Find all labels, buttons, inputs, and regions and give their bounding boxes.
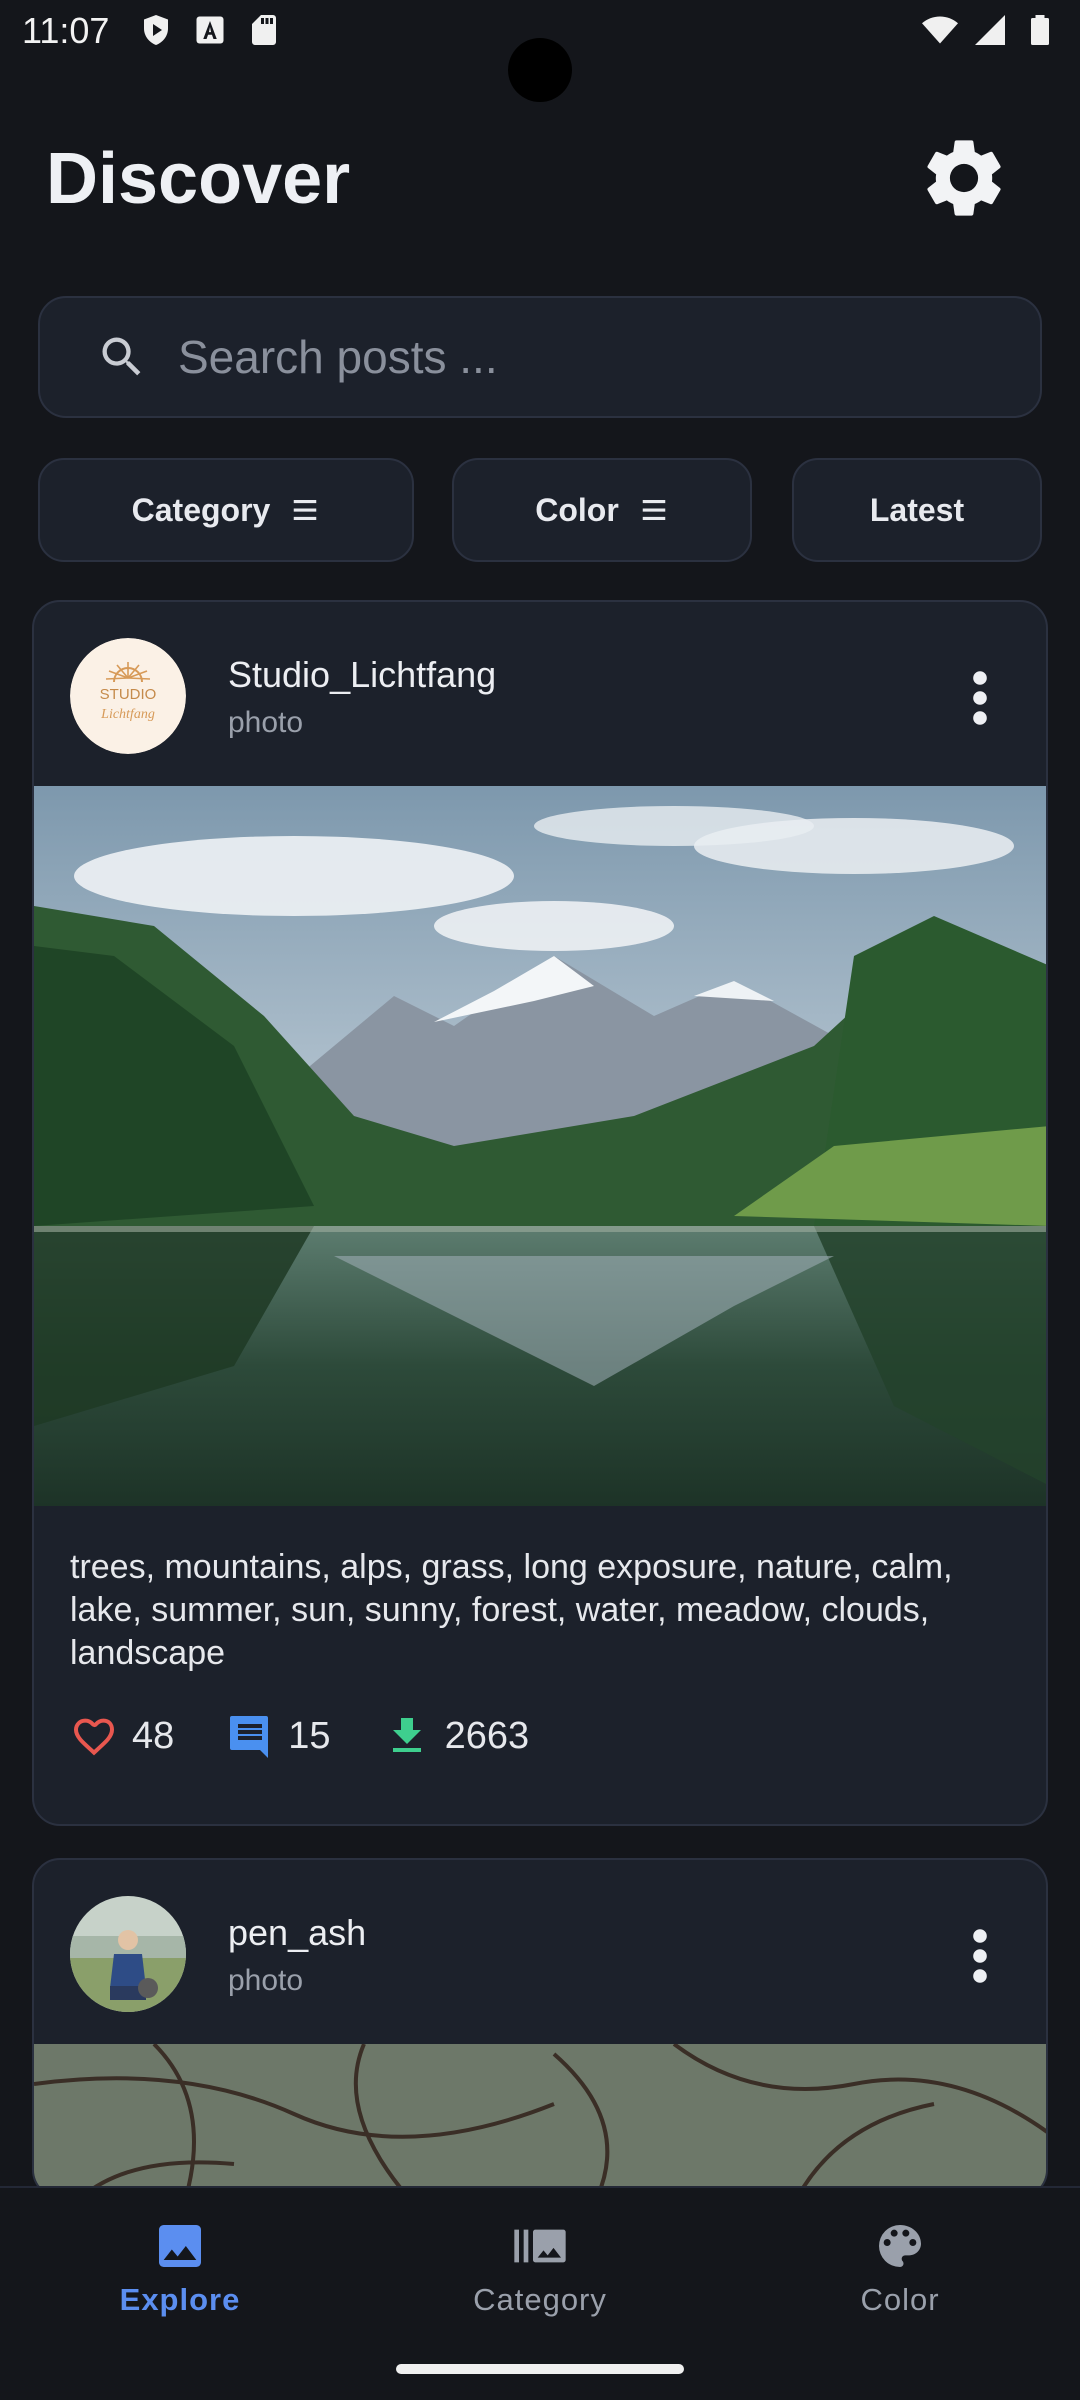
signal-icon	[975, 15, 1005, 45]
svg-text:Lichtfang: Lichtfang	[100, 707, 155, 722]
home-indicator[interactable]	[396, 2364, 684, 2374]
like-button[interactable]: 48	[70, 1712, 174, 1760]
nav-explore[interactable]: Explore	[30, 2218, 330, 2318]
avatar[interactable]	[70, 1896, 186, 2012]
wifi-icon	[922, 16, 958, 44]
post-photo[interactable]	[34, 786, 1048, 1506]
download-icon	[392, 1718, 421, 1752]
search-input[interactable]	[178, 330, 978, 384]
post-card[interactable]: STUDIO Lichtfang Studio_Lichtfang photo	[32, 600, 1048, 1826]
color-filter-button[interactable]: Color	[452, 458, 752, 562]
download-button[interactable]: 2663	[383, 1712, 530, 1760]
battery-icon	[1031, 15, 1049, 45]
settings-button[interactable]	[916, 130, 1012, 226]
category-filter-label: Category	[131, 491, 271, 528]
post-photo[interactable]	[34, 2044, 1048, 2198]
post-type: photo	[228, 706, 304, 739]
text-icon	[196, 16, 224, 44]
post-tags: trees, mountains, alps, grass, long expo…	[70, 1548, 953, 1672]
sd-card-icon	[252, 15, 276, 45]
search-bar[interactable]	[38, 296, 1042, 418]
avatar[interactable]: STUDIO Lichtfang	[70, 638, 186, 754]
comment-count: 15	[288, 1714, 331, 1757]
latest-sort-button[interactable]: Latest	[792, 458, 1042, 562]
menu-icon	[642, 500, 666, 520]
post-type: photo	[228, 1964, 304, 1997]
palette-icon	[879, 2225, 921, 2267]
status-time: 11:07	[22, 10, 110, 51]
system-icons	[922, 12, 1058, 48]
photo-library-icon	[514, 2229, 566, 2263]
nav-category[interactable]: Category	[390, 2218, 690, 2318]
notification-icons	[138, 12, 282, 48]
nav-explore-label: Explore	[119, 2282, 241, 2317]
svg-text:STUDIO: STUDIO	[100, 686, 157, 703]
more-options-icon[interactable]	[960, 670, 1000, 726]
download-count: 2663	[444, 1714, 530, 1757]
nav-category-label: Category	[473, 2282, 607, 2317]
image-icon	[159, 2225, 201, 2267]
post-username[interactable]: Studio_Lichtfang	[228, 654, 496, 696]
heart-icon	[73, 1718, 115, 1756]
category-filter-button[interactable]: Category	[38, 458, 414, 562]
color-filter-label: Color	[535, 491, 619, 528]
page-title: Discover	[46, 139, 351, 219]
comment-button[interactable]: 15	[226, 1712, 331, 1760]
nav-color[interactable]: Color	[750, 2218, 1050, 2318]
like-count: 48	[132, 1714, 175, 1757]
camera-cutout	[508, 38, 572, 102]
post-username[interactable]: pen_ash	[228, 1912, 366, 1954]
user-photo-avatar	[70, 1896, 186, 2012]
latest-sort-label: Latest	[869, 491, 965, 528]
more-options-icon[interactable]	[960, 1928, 1000, 1984]
studio-logo-icon: STUDIO Lichtfang	[70, 638, 186, 754]
play-shield-icon	[144, 15, 168, 45]
post-card[interactable]: pen_ash photo	[32, 1858, 1048, 2198]
post-header: STUDIO Lichtfang Studio_Lichtfang photo	[34, 602, 1046, 786]
post-header: pen_ash photo	[34, 1860, 1046, 2044]
gear-icon	[927, 140, 1001, 216]
search-icon	[102, 337, 141, 376]
menu-icon	[294, 500, 317, 520]
nav-color-label: Color	[860, 2282, 940, 2317]
comment-icon	[230, 1716, 269, 1758]
post-stats: 48 15 2663	[70, 1712, 581, 1760]
